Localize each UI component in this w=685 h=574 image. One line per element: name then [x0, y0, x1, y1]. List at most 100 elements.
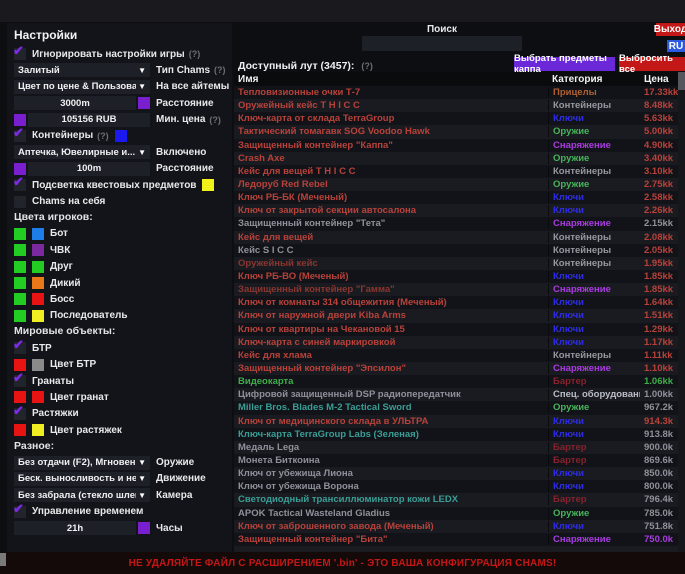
color-swatch[interactable] — [14, 310, 26, 322]
color-swatch[interactable] — [32, 228, 44, 240]
settings-input[interactable]: 3000m — [14, 96, 136, 110]
color-swatch[interactable] — [115, 130, 127, 142]
color-swatch[interactable] — [14, 293, 26, 305]
settings-panel: Настройки ✔Игнорировать настройки игры(?… — [7, 23, 232, 552]
loot-item-category: Бартер — [548, 442, 640, 453]
select-kappa-items-button[interactable]: Выбрать предметы каппа — [514, 57, 615, 71]
color-swatch[interactable] — [138, 522, 150, 534]
settings-input[interactable]: 100m — [28, 162, 150, 176]
settings-checkbox[interactable]: ✔ — [14, 375, 26, 387]
settings-dropdown[interactable]: Без отдачи (F2), Мгновенное п▼ — [14, 456, 150, 470]
column-header-category[interactable]: Категория — [548, 74, 640, 85]
loot-row[interactable]: Защищенный контейнер "Гамма"Снаряжение1.… — [234, 283, 678, 296]
loot-row[interactable]: Ключ-карта TerraGroup Labs (Зеленая)Ключ… — [234, 428, 678, 441]
loot-row[interactable]: Miller Bros. Blades M-2 Tactical SwordОр… — [234, 401, 678, 414]
settings-dropdown[interactable]: Беск. выносливость и нет уста▼ — [14, 472, 150, 486]
loot-row[interactable]: Оружейный кейсКонтейнеры1.95kk — [234, 257, 678, 270]
settings-dropdown[interactable]: Цвет по цене & Пользователь▼ — [14, 80, 150, 94]
loot-row[interactable]: Ключ от убежища ВоронаКлючи800.0k — [234, 480, 678, 493]
loot-row[interactable]: Защищенный контейнер "Бита"Снаряжение750… — [234, 533, 678, 546]
loot-item-category: Бартер — [548, 455, 640, 466]
loot-row[interactable]: Ключ-карта от склада TerraGroupКлючи5.63… — [234, 112, 678, 125]
color-swatch[interactable] — [14, 261, 26, 273]
color-swatch[interactable] — [14, 114, 26, 126]
loot-row[interactable]: Защищенный контейнер "Тета"Снаряжение2.1… — [234, 217, 678, 230]
settings-checkbox[interactable]: ✔ — [14, 179, 26, 191]
loot-row[interactable]: Кейс для вещейКонтейнеры2.08kk — [234, 231, 678, 244]
loot-item-name: Кейс для вещей — [234, 232, 548, 243]
column-header-price[interactable]: Цена — [640, 74, 678, 85]
loot-row[interactable]: Ключ от комнаты 314 общежития (Меченый)К… — [234, 296, 678, 309]
loot-row[interactable]: Кейс для хламаКонтейнеры1.11kk — [234, 349, 678, 362]
color-swatch[interactable] — [32, 293, 44, 305]
color-swatch[interactable] — [32, 244, 44, 256]
loot-item-name: Защищенный контейнер "Эпсилон" — [234, 363, 548, 374]
loot-row[interactable]: Ключ от закрытой секции автосалонаКлючи2… — [234, 204, 678, 217]
loot-item-name: Монета Биткоина — [234, 455, 548, 466]
color-swatch[interactable] — [14, 228, 26, 240]
checkmark-icon: ✔ — [13, 175, 24, 188]
loot-row[interactable]: Светодиодный трансиллюминатор кожи LEDXБ… — [234, 493, 678, 506]
scrollbar[interactable] — [678, 72, 685, 552]
search-input[interactable] — [362, 36, 522, 51]
scrollbar-thumb[interactable] — [678, 72, 685, 90]
settings-input[interactable]: 21h — [14, 521, 136, 535]
setting-label: Друг — [50, 261, 73, 272]
loot-row[interactable]: Ключ от квартиры на Чекановой 15Ключи1.2… — [234, 323, 678, 336]
loot-row[interactable]: Кейс S I C CКонтейнеры2.05kk — [234, 244, 678, 257]
loot-row[interactable]: Тактический томагавк SOG Voodoo HawkОруж… — [234, 125, 678, 138]
loot-item-category: Ключи — [548, 205, 640, 216]
loot-row[interactable]: Кейс для вещей T H I C CКонтейнеры3.10kk — [234, 165, 678, 178]
loot-row[interactable]: Тепловизионные очки Т-7Прицелы17.33kk — [234, 86, 678, 99]
loot-row[interactable]: Ключ от наружной двери Kiba ArmsКлючи1.5… — [234, 309, 678, 322]
loot-row[interactable]: ВидеокартаБартер1.06kk — [234, 375, 678, 388]
loot-row[interactable]: APOK Tactical Wasteland GladiusОружие785… — [234, 507, 678, 520]
language-button[interactable]: RU — [667, 40, 685, 52]
color-swatch[interactable] — [32, 391, 44, 403]
color-swatch[interactable] — [138, 97, 150, 109]
loot-row[interactable]: Ключ от медицинского склада в УЛЬТРАКлюч… — [234, 415, 678, 428]
settings-input[interactable]: 105156 RUB — [28, 113, 150, 127]
panel-handle[interactable] — [0, 553, 6, 566]
loot-row[interactable]: Цифровой защищенный DSP радиопередатчикС… — [234, 388, 678, 401]
settings-row: ✔Подсветка квестовых предметов — [14, 178, 225, 192]
color-swatch[interactable] — [32, 424, 44, 436]
settings-checkbox[interactable]: ✔ — [14, 408, 26, 420]
settings-checkbox[interactable]: ✔ — [14, 342, 26, 354]
column-header-name[interactable]: Имя — [234, 74, 548, 85]
color-swatch[interactable] — [202, 179, 214, 191]
loot-row[interactable]: Ледоруб Red RebelОружие2.75kk — [234, 178, 678, 191]
loot-row[interactable]: Медаль LegaБартер900.0k — [234, 441, 678, 454]
color-swatch[interactable] — [32, 310, 44, 322]
loot-row[interactable]: Оружейный кейс T H I C CКонтейнеры8.48kk — [234, 99, 678, 112]
color-swatch[interactable] — [14, 359, 26, 371]
color-swatch[interactable] — [32, 359, 44, 371]
settings-row: ✔Игнорировать настройки игры(?) — [14, 47, 225, 61]
settings-dropdown[interactable]: Залитый▼ — [14, 63, 150, 77]
loot-row[interactable]: Ключ РБ-БК (Меченый)Ключи2.58kk — [234, 191, 678, 204]
color-swatch[interactable] — [14, 163, 26, 175]
settings-dropdown[interactable]: Аптечка, Ювелирные и...▼ — [14, 145, 150, 159]
drop-all-button[interactable]: Выбросить все — [619, 57, 685, 71]
exit-button[interactable]: Выход — [656, 23, 685, 36]
settings-checkbox[interactable]: ✔ — [14, 506, 26, 518]
loot-row[interactable]: Монета БиткоинаБартер869.6k — [234, 454, 678, 467]
settings-checkbox[interactable] — [14, 196, 26, 208]
settings-dropdown[interactable]: Без забрала (стекло шлема)▼ — [14, 488, 150, 502]
color-swatch[interactable] — [14, 424, 26, 436]
color-swatch[interactable] — [32, 261, 44, 273]
loot-row[interactable]: Ключ от заброшенного завода (Меченый)Клю… — [234, 520, 678, 533]
color-swatch[interactable] — [32, 277, 44, 289]
color-swatch[interactable] — [14, 391, 26, 403]
loot-row[interactable]: Защищенный контейнер "Каппа"Снаряжение4.… — [234, 139, 678, 152]
settings-checkbox[interactable]: ✔ — [14, 48, 26, 60]
loot-row[interactable]: Ключ от убежища ЛионаКлючи850.0k — [234, 467, 678, 480]
color-swatch[interactable] — [14, 277, 26, 289]
color-swatch[interactable] — [14, 244, 26, 256]
loot-row[interactable]: Crash AxeОружие3.40kk — [234, 152, 678, 165]
setting-label: Последователь — [50, 310, 128, 321]
settings-checkbox[interactable]: ✔ — [14, 130, 26, 142]
loot-row[interactable]: Ключ РБ-ВО (Меченый)Ключи1.85kk — [234, 270, 678, 283]
loot-row[interactable]: Защищенный контейнер "Эпсилон"Снаряжение… — [234, 362, 678, 375]
loot-row[interactable]: Ключ-карта с синей маркировкойКлючи1.17k… — [234, 336, 678, 349]
